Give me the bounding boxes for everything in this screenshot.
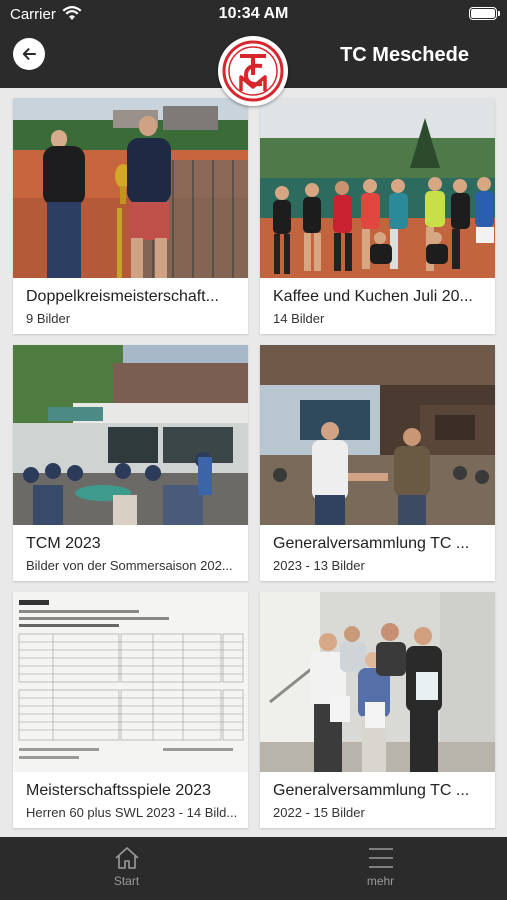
battery-icon bbox=[469, 7, 500, 20]
album-card[interactable]: TCM 2023 Bilder von der Sommersaison 202… bbox=[13, 345, 248, 581]
album-photo bbox=[260, 592, 495, 772]
tab-start[interactable]: Start bbox=[0, 837, 253, 900]
club-logo bbox=[218, 36, 288, 106]
album-subtitle: Herren 60 plus SWL 2023 - 14 Bild... bbox=[26, 805, 238, 820]
album-card[interactable]: Generalversammlung TC ... 2023 - 13 Bild… bbox=[260, 345, 495, 581]
album-subtitle: 2022 - 15 Bilder bbox=[273, 805, 365, 820]
menu-icon bbox=[368, 848, 393, 868]
tab-bar: Start mehr bbox=[0, 837, 507, 900]
album-title: Kaffee und Kuchen Juli 20... bbox=[273, 288, 473, 305]
album-grid: Doppelkreismeisterschaft... 9 Bilder Kaf… bbox=[0, 88, 507, 837]
album-title: Generalversammlung TC ... bbox=[273, 782, 470, 799]
album-subtitle: 9 Bilder bbox=[26, 311, 71, 326]
status-bar: Carrier 10:34 AM bbox=[0, 0, 507, 30]
album-card[interactable]: Generalversammlung TC ... 2022 - 15 Bild… bbox=[260, 592, 495, 828]
back-arrow-icon bbox=[22, 48, 36, 60]
album-subtitle: 2023 - 13 Bilder bbox=[273, 558, 365, 573]
album-card[interactable]: Meisterschaftsspiele 2023 Herren 60 plus… bbox=[13, 592, 248, 828]
clock: 10:34 AM bbox=[218, 5, 289, 22]
album-photo bbox=[260, 345, 495, 525]
album-photo bbox=[260, 98, 495, 278]
album-card[interactable]: Kaffee und Kuchen Juli 20... 14 Bilder bbox=[260, 98, 495, 334]
album-photo bbox=[13, 592, 248, 772]
page-title: TC Meschede bbox=[340, 44, 469, 66]
album-title: Meisterschaftsspiele 2023 bbox=[26, 782, 211, 799]
album-title: Doppelkreismeisterschaft... bbox=[26, 288, 219, 305]
album-card[interactable]: Doppelkreismeisterschaft... 9 Bilder bbox=[13, 98, 248, 334]
back-button[interactable] bbox=[13, 38, 45, 70]
album-subtitle: 14 Bilder bbox=[273, 311, 325, 326]
tab-more[interactable]: mehr bbox=[254, 837, 507, 900]
album-photo bbox=[13, 345, 248, 525]
album-title: Generalversammlung TC ... bbox=[273, 535, 470, 552]
tab-more-label: mehr bbox=[366, 874, 395, 888]
album-title: TCM 2023 bbox=[26, 535, 101, 552]
album-subtitle: Bilder von der Sommersaison 202... bbox=[26, 558, 233, 573]
tab-start-label: Start bbox=[113, 874, 140, 888]
album-photo bbox=[13, 98, 248, 278]
home-icon bbox=[114, 847, 139, 869]
